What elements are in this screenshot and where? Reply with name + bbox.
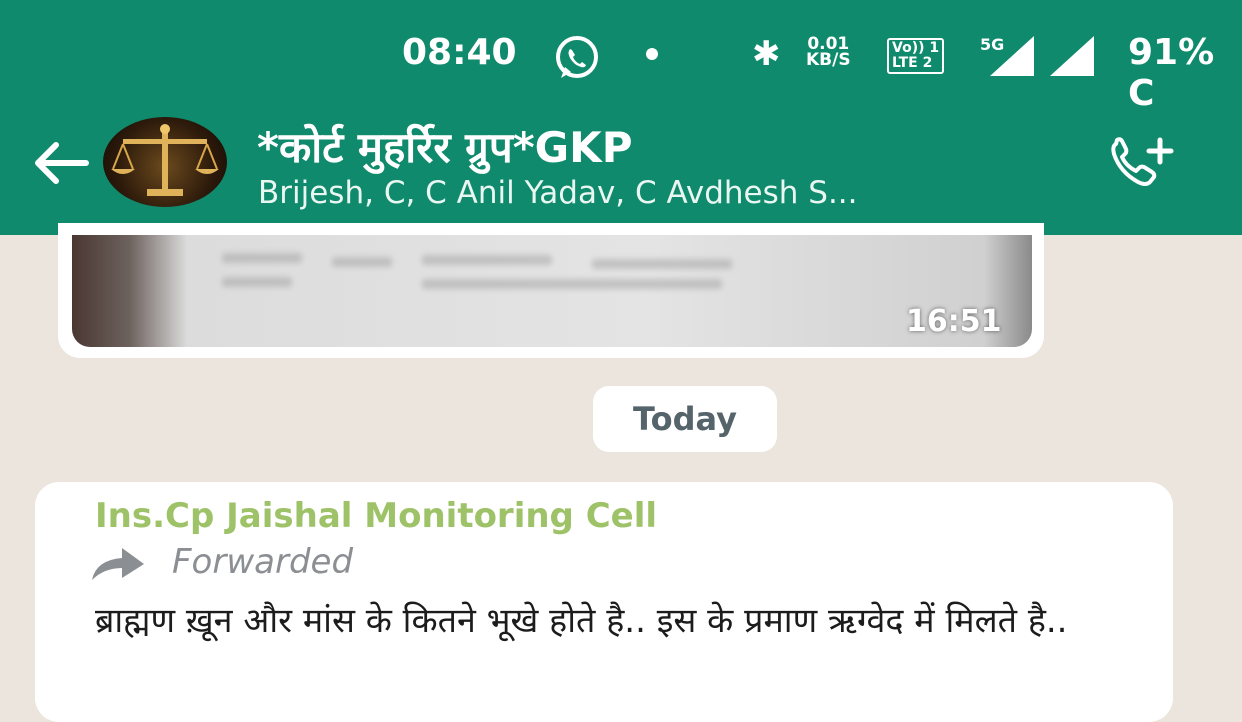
- sender-name[interactable]: Ins.Cp Jaishal Monitoring Cell: [95, 496, 657, 536]
- status-time: 08:40: [402, 32, 517, 73]
- chat-header: 08:40 ✱ 0.01 KB/S Vo)) 1 LTE 2 5G 91% C …: [0, 0, 1242, 235]
- volte-line-1: Vo)) 1: [892, 40, 940, 56]
- status-bar: 08:40 ✱ 0.01 KB/S Vo)) 1 LTE 2 5G 91% C: [0, 30, 1242, 114]
- back-arrow-icon[interactable]: [30, 138, 90, 188]
- whatsapp-icon: [553, 34, 601, 82]
- add-call-icon[interactable]: [1108, 134, 1180, 194]
- blur-line: [422, 255, 552, 265]
- blur-line: [422, 279, 722, 289]
- signal-icon: [1046, 32, 1096, 78]
- group-avatar[interactable]: [103, 117, 227, 207]
- battery-level: 91% C: [1128, 32, 1215, 114]
- message-text: ब्राह्मण ख़ून और मांस के कितने भूखे होते…: [95, 601, 1068, 641]
- data-rate: 0.01 KB/S: [806, 36, 851, 70]
- notification-dot-icon: [646, 48, 658, 60]
- network-type: 5G: [980, 35, 1004, 54]
- forwarded-label: Forwarded: [172, 542, 354, 582]
- message-time: 16:51: [906, 304, 1002, 339]
- blur-line: [332, 257, 392, 267]
- group-title[interactable]: *कोर्ट मुहर्रिर ग्रुप*GKP: [257, 118, 632, 175]
- data-rate-unit: KB/S: [806, 50, 851, 70]
- blur-line: [592, 259, 732, 269]
- volte-indicator: Vo)) 1 LTE 2: [887, 38, 945, 74]
- volte-line-2: LTE 2: [892, 55, 933, 71]
- forward-arrow-icon: [88, 546, 146, 582]
- date-separator: Today: [593, 386, 777, 452]
- signal-icon: 5G: [970, 32, 1036, 78]
- group-members[interactable]: Brijesh, C, C Anil Yadav, C Avdhesh S...: [258, 175, 858, 211]
- blur-line: [222, 277, 292, 287]
- blur-line: [222, 253, 302, 263]
- bluetooth-icon: ✱: [752, 34, 781, 74]
- image-thumbnail[interactable]: [72, 235, 1032, 347]
